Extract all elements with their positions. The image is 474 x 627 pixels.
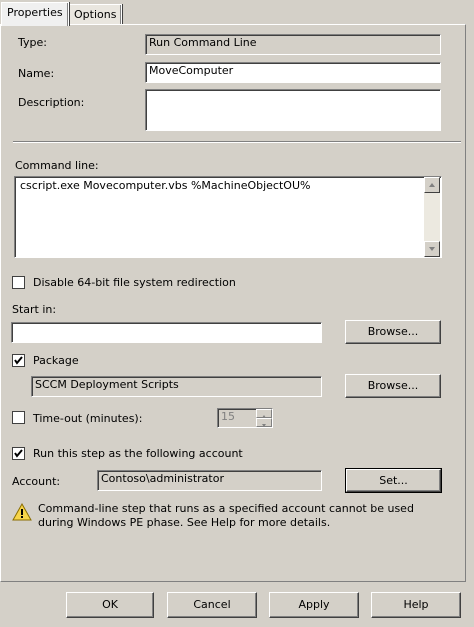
tab-options[interactable]: Options xyxy=(68,4,123,25)
name-field[interactable]: MoveComputer xyxy=(145,62,441,83)
start-in-browse-button[interactable]: Browse... xyxy=(345,320,441,344)
type-field: Run Command Line xyxy=(145,34,441,55)
checkmark-icon xyxy=(14,356,23,365)
package-field: SCCM Deployment Scripts xyxy=(31,376,322,397)
account-field: Contoso\administrator xyxy=(97,470,322,491)
spin-down-icon xyxy=(262,424,266,427)
tab-properties[interactable]: Properties xyxy=(1,2,69,26)
warning-icon xyxy=(12,502,32,524)
scroll-down-button[interactable] xyxy=(424,241,440,257)
checkmark-icon xyxy=(14,449,23,458)
command-line-field[interactable]: cscript.exe Movecomputer.vbs %MachineObj… xyxy=(14,176,442,258)
package-checkbox[interactable] xyxy=(12,354,25,367)
timeout-label: Time-out (minutes): xyxy=(33,412,143,425)
description-field[interactable] xyxy=(145,89,441,131)
timeout-spinner[interactable] xyxy=(256,409,272,427)
help-button[interactable]: Help xyxy=(371,592,461,618)
command-line-text: cscript.exe Movecomputer.vbs %MachineObj… xyxy=(20,179,311,192)
run-as-label: Run this step as the following account xyxy=(33,447,243,460)
name-label: Name: xyxy=(18,67,55,80)
package-label: Package xyxy=(33,354,79,367)
start-in-label: Start in: xyxy=(12,303,57,316)
start-in-field[interactable] xyxy=(11,322,322,343)
run-as-checkbox[interactable] xyxy=(12,447,25,460)
scroll-up-icon xyxy=(429,183,435,187)
ok-button[interactable]: OK xyxy=(66,592,154,618)
scroll-down-icon xyxy=(429,247,435,251)
cancel-button[interactable]: Cancel xyxy=(167,592,257,618)
description-label: Description: xyxy=(18,96,85,109)
command-line-scrollbar[interactable] xyxy=(424,177,440,257)
disable64-checkbox[interactable] xyxy=(12,276,25,289)
warning-text: Command-line step that runs as a specifi… xyxy=(38,502,414,529)
command-line-label: Command line: xyxy=(15,159,99,172)
separator xyxy=(13,141,461,143)
package-browse-button[interactable]: Browse... xyxy=(345,374,441,398)
account-label: Account: xyxy=(12,475,61,488)
spin-up-button[interactable] xyxy=(256,409,272,418)
scroll-up-button[interactable] xyxy=(424,177,440,193)
set-account-button[interactable]: Set... xyxy=(345,468,442,493)
timeout-checkbox[interactable] xyxy=(12,411,25,424)
type-label: Type: xyxy=(18,36,47,49)
apply-button[interactable]: Apply xyxy=(269,592,359,618)
disable64-label: Disable 64-bit file system redirection xyxy=(33,276,236,289)
spin-down-button[interactable] xyxy=(256,418,272,427)
